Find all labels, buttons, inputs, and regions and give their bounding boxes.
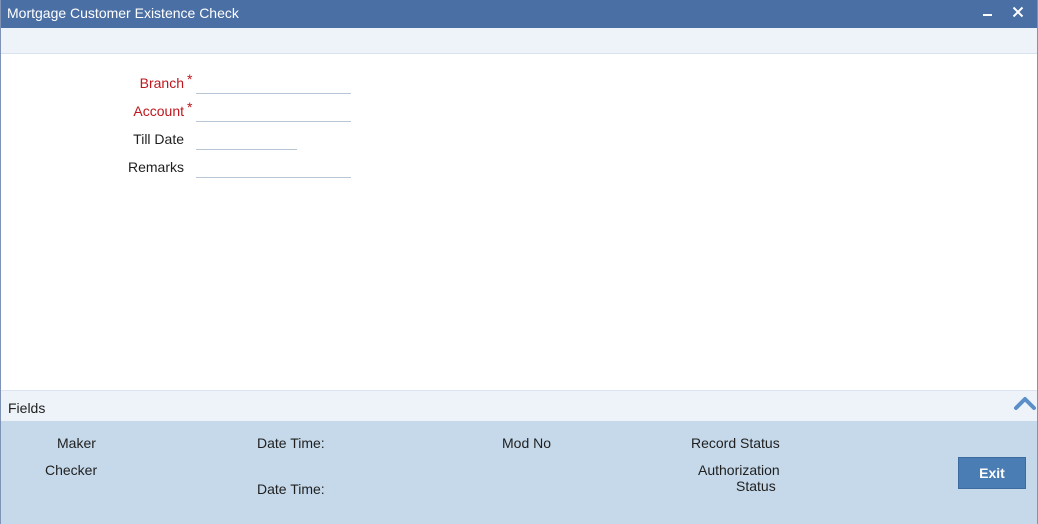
mod-no-label: Mod No (502, 435, 552, 451)
account-row: Account * (1, 99, 361, 126)
collapse-button[interactable] (1013, 393, 1037, 413)
account-label: Account (133, 103, 184, 119)
remarks-row: Remarks (1, 156, 361, 182)
minimize-icon (983, 14, 992, 16)
branch-required-mark: * (187, 71, 193, 87)
till-date-label: Till Date (133, 131, 184, 147)
close-icon (1012, 6, 1024, 18)
mortgage-customer-existence-check-window: Mortgage Customer Existence Check Branch… (0, 0, 1038, 524)
title-bar: Mortgage Customer Existence Check (1, 0, 1037, 28)
till-date-input[interactable] (196, 128, 297, 150)
branch-label: Branch (139, 75, 184, 91)
fields-label: Fields (8, 400, 46, 416)
remarks-input[interactable] (196, 156, 351, 178)
toolbar-strip (1, 28, 1037, 54)
account-input[interactable] (196, 100, 351, 122)
maker-date-time-label: Date Time: (257, 435, 325, 451)
close-button[interactable] (1007, 1, 1029, 23)
window-title: Mortgage Customer Existence Check (7, 5, 239, 21)
branch-row: Branch * (1, 71, 361, 98)
authorization-status-label-line2: Status (736, 478, 776, 494)
remarks-label: Remarks (127, 159, 184, 175)
checker-label: Checker (45, 462, 98, 478)
checker-date-time-label: Date Time: (257, 481, 325, 497)
branch-input[interactable] (196, 72, 351, 94)
maker-label: Maker (57, 435, 96, 451)
minimize-button[interactable] (977, 1, 999, 23)
chevron-up-icon (1014, 397, 1036, 410)
audit-panel: Maker Checker Date Time: Date Time: Mod … (1, 421, 1037, 524)
fields-bar: Fields (1, 390, 1037, 422)
exit-button[interactable]: Exit (958, 457, 1026, 489)
till-date-row: Till Date (1, 128, 361, 154)
record-status-label: Record Status (691, 435, 780, 451)
authorization-status-label-line1: Authorization (698, 462, 780, 478)
account-required-mark: * (187, 99, 193, 115)
